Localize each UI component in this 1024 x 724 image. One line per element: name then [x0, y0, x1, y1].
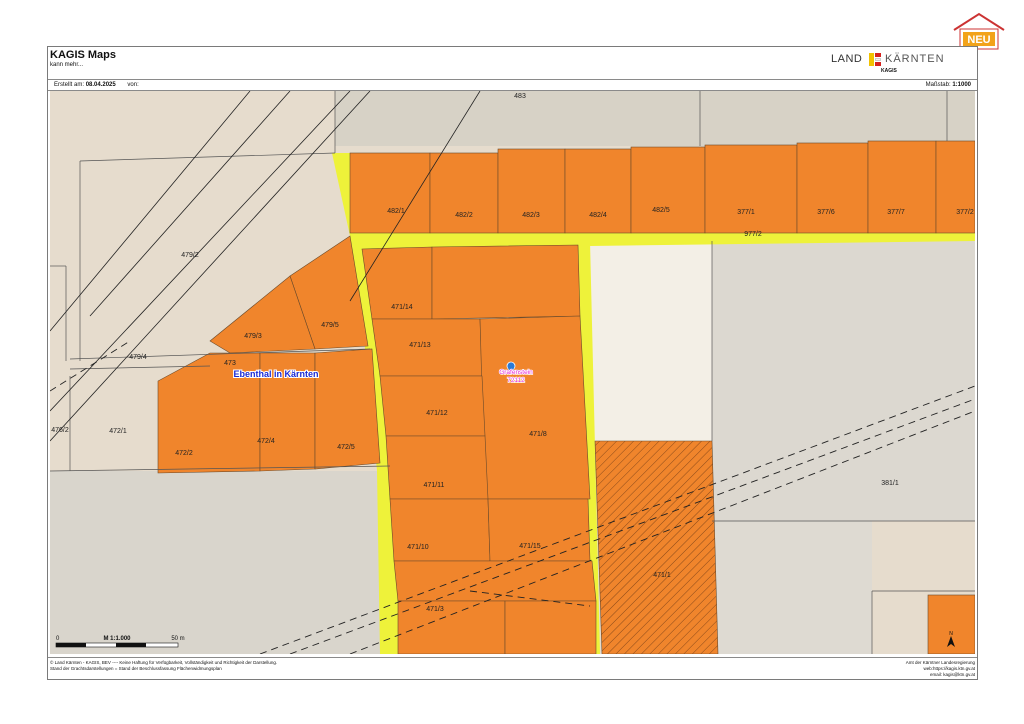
cadastral-map[interactable]: 483 482/1 482/2 482/3 482/4 482/5 377/1 … [50, 91, 975, 654]
neu-badge-text: NEU [967, 34, 990, 46]
north-label: N [949, 631, 953, 637]
label-479-4: 479/4 [129, 354, 147, 361]
white-field [582, 241, 712, 441]
label-471-1: 471/1 [653, 572, 671, 579]
label-482-1: 482/1 [387, 208, 405, 215]
grey-field-se [712, 521, 872, 654]
label-377-6: 377/6 [817, 209, 835, 216]
parcel-471-1-hatched [594, 440, 719, 654]
label-482-4: 482/4 [589, 212, 607, 219]
label-471-13: 471/13 [409, 342, 431, 349]
footer-email[interactable]: email: kagis@ktn.gv.at [906, 672, 975, 678]
label-473: 473 [224, 360, 236, 367]
label-479-2: 479/2 [181, 252, 199, 259]
meta-bar: Erstellt am: 08.04.2025 von: Maßstab: 1:… [48, 80, 977, 91]
logo-land-text: LAND [831, 53, 863, 65]
coat-of-arms-icon [869, 53, 881, 66]
label-472-4: 472/4 [257, 438, 275, 445]
label-479-3: 479/3 [244, 333, 262, 340]
label-377-7: 377/7 [887, 209, 905, 216]
label-471-11: 471/11 [424, 482, 445, 489]
label-977-2: 977/2 [744, 231, 762, 238]
label-482-2: 482/2 [455, 212, 473, 219]
wooded-area [335, 91, 975, 146]
label-471-8: 471/8 [529, 431, 547, 438]
label-377-1: 377/1 [737, 209, 755, 216]
header: KAGIS Maps kann mehr... LAND KÄRNTEN KAG… [48, 47, 977, 80]
label-471-15: 471/15 [519, 543, 541, 550]
label-377-2: 377/2 [956, 209, 974, 216]
logo-kagis-text: KAGIS [881, 68, 897, 74]
label-471-10: 471/10 [407, 544, 429, 551]
parcel-group-north [349, 140, 975, 234]
created-info: Erstellt am: 08.04.2025 von: [54, 82, 139, 88]
label-476-2: 476/2 [51, 427, 69, 434]
grey-field-south [50, 471, 390, 654]
label-482-3: 482/3 [522, 212, 540, 219]
map-canvas[interactable]: 483 482/1 482/2 482/3 482/4 482/5 377/1 … [50, 91, 975, 654]
logo-kaernten-text: KÄRNTEN [885, 53, 945, 65]
label-471-14: 471/14 [391, 304, 413, 311]
scale-mid: M 1:1.000 [103, 636, 131, 642]
scale-info: Maßstab: 1:1000 [925, 82, 971, 88]
label-472-1: 472/1 [109, 428, 127, 435]
label-472-5: 472/5 [337, 444, 355, 451]
from-label: von: [127, 82, 139, 88]
app-title: KAGIS Maps [50, 49, 117, 61]
label-471-3: 471/3 [426, 606, 444, 613]
label-471-12: 471/12 [426, 410, 448, 417]
label-472-2: 472/2 [175, 450, 193, 457]
label-479-5: 479/5 [321, 322, 339, 329]
grey-field-381-1 [712, 241, 975, 521]
place-name-label: Ebenthal in Kärnten [233, 369, 318, 379]
footer: © Land Kärnten - KAGIS, BEV ---- Keine H… [48, 657, 977, 680]
created-date: 08.04.2025 [85, 82, 116, 88]
parcel-se-corner [927, 594, 975, 654]
land-kaernten-logo: LAND KÄRNTEN KAGIS [831, 51, 971, 75]
label-381-1: 381/1 [881, 480, 899, 487]
label-482-5: 482/5 [652, 207, 670, 214]
marker-label-2: 72112 [507, 377, 525, 384]
scale-value: 1:1000 [952, 82, 971, 88]
marker-label-1: Grafenstein [499, 369, 533, 376]
footer-status-note: Stand der Grachtsdarstellungen = Stand d… [50, 666, 222, 671]
map-print-frame: KAGIS Maps kann mehr... LAND KÄRNTEN KAG… [47, 46, 978, 680]
label-483: 483 [514, 93, 526, 100]
scale-end: 50 m [171, 636, 184, 642]
app-subtitle: kann mehr... [50, 62, 84, 68]
